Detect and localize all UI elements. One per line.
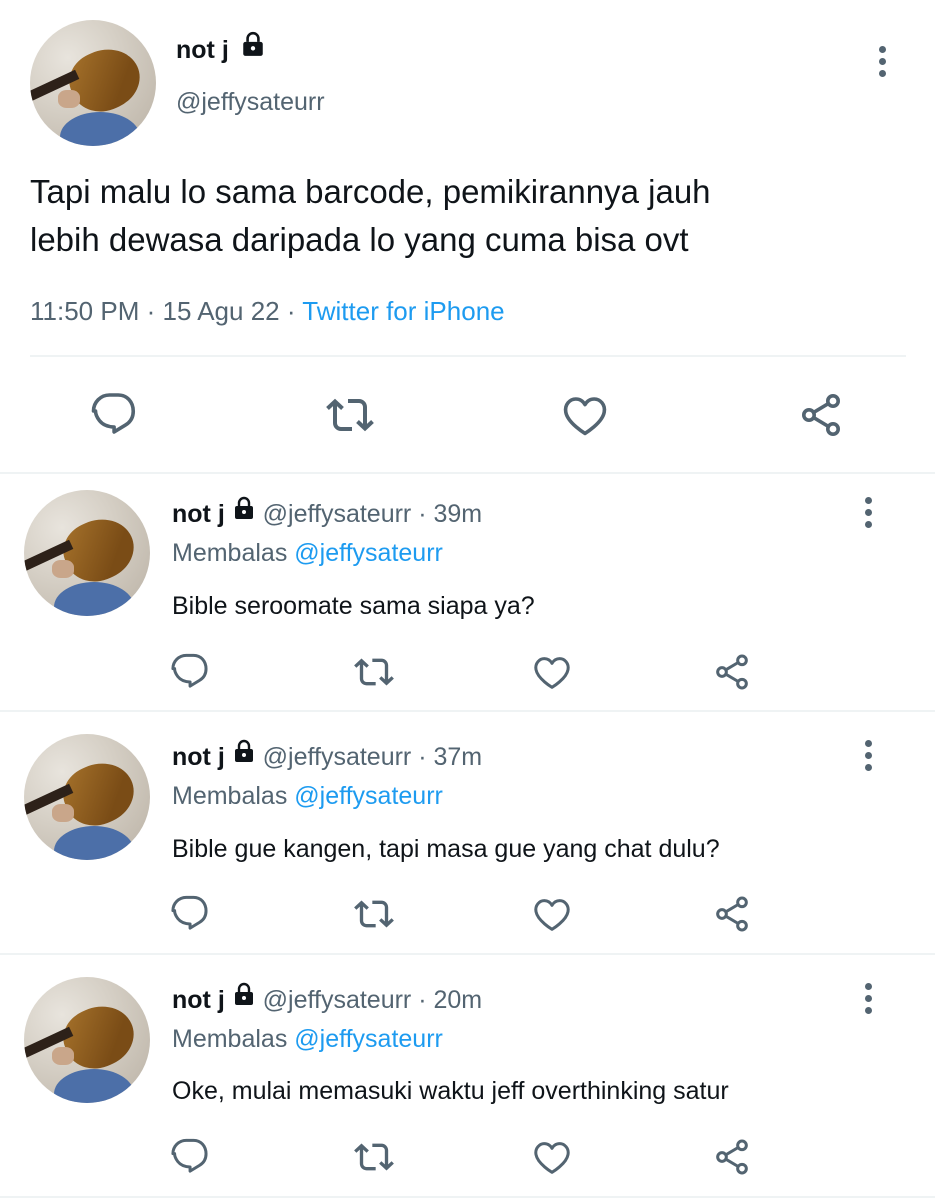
- author-handle[interactable]: @jeffysateurr: [263, 743, 412, 771]
- tweet-source[interactable]: Twitter for iPhone: [302, 296, 504, 326]
- tweet-text-line: lebih dewasa daripada lo yang cuma bisa …: [30, 221, 689, 258]
- divider: [0, 710, 935, 712]
- avatar[interactable]: [24, 977, 150, 1103]
- author-name[interactable]: not j: [172, 743, 225, 771]
- like-icon[interactable]: [561, 391, 609, 439]
- like-icon[interactable]: [532, 652, 572, 692]
- reply-header: not j @jeffysateurr · 39m: [172, 497, 482, 532]
- more-icon[interactable]: [865, 983, 872, 1019]
- replying-to-label: Membalas: [172, 782, 288, 810]
- reply-text: Bible gue kangen, tapi masa gue yang cha…: [172, 835, 720, 863]
- share-icon[interactable]: [712, 1137, 752, 1177]
- lock-icon: [232, 738, 256, 772]
- reply-icon[interactable]: [90, 391, 138, 439]
- avatar[interactable]: [24, 734, 150, 860]
- replying-to-handle[interactable]: @jeffysateurr: [294, 539, 443, 567]
- author-name-row[interactable]: not j: [176, 34, 266, 68]
- reply-icon[interactable]: [170, 652, 210, 692]
- avatar[interactable]: [24, 490, 150, 616]
- reply-text: Oke, mulai memasuki waktu jeff overthink…: [172, 1077, 729, 1105]
- divider: [0, 1196, 935, 1198]
- replying-to-label: Membalas: [172, 1025, 288, 1053]
- share-icon[interactable]: [797, 391, 845, 439]
- divider: [30, 355, 906, 357]
- meta-separator: ·: [146, 296, 156, 326]
- more-icon[interactable]: [879, 46, 886, 82]
- tweet-meta: 11:50 PM · 15 Agu 22 · Twitter for iPhon…: [30, 294, 505, 328]
- author-handle[interactable]: @jeffysateurr: [176, 86, 325, 118]
- tweet-text-line: Tapi malu lo sama barcode, pemikirannya …: [30, 173, 711, 210]
- reply-age: · 39m: [418, 500, 483, 528]
- reply-icon[interactable]: [170, 1137, 210, 1177]
- lock-icon: [240, 31, 266, 65]
- replying-to: Membalas @jeffysateurr: [172, 1022, 443, 1056]
- retweet-icon[interactable]: [354, 652, 394, 692]
- retweet-icon[interactable]: [326, 391, 374, 439]
- reply-age: · 37m: [418, 743, 483, 771]
- replying-to-label: Membalas: [172, 539, 288, 567]
- tweet-date[interactable]: 15 Agu 22: [163, 296, 280, 326]
- reply-header: not j @jeffysateurr · 37m: [172, 740, 482, 775]
- reply-header: not j @jeffysateurr · 20m: [172, 983, 482, 1018]
- replying-to-handle[interactable]: @jeffysateurr: [294, 1025, 443, 1053]
- author-handle[interactable]: @jeffysateurr: [263, 986, 412, 1014]
- like-icon[interactable]: [532, 1137, 572, 1177]
- lock-icon: [232, 981, 256, 1015]
- meta-separator: ·: [286, 296, 296, 326]
- more-icon[interactable]: [865, 740, 872, 776]
- reply-age: · 20m: [418, 986, 483, 1014]
- tweet-text: Tapi malu lo sama barcode, pemikirannya …: [30, 168, 711, 264]
- author-handle[interactable]: @jeffysateurr: [263, 500, 412, 528]
- reply-text: Bible seroomate sama siapa ya?: [172, 592, 535, 620]
- replying-to: Membalas @jeffysateurr: [172, 779, 443, 813]
- tweet-time[interactable]: 11:50 PM: [30, 296, 139, 326]
- replying-to: Membalas @jeffysateurr: [172, 536, 443, 570]
- like-icon[interactable]: [532, 894, 572, 934]
- share-icon[interactable]: [712, 894, 752, 934]
- replying-to-handle[interactable]: @jeffysateurr: [294, 782, 443, 810]
- author-name[interactable]: not j: [172, 986, 225, 1014]
- avatar[interactable]: [30, 20, 156, 146]
- divider: [0, 472, 935, 474]
- author-name[interactable]: not j: [172, 500, 225, 528]
- lock-icon: [232, 495, 256, 529]
- divider: [0, 953, 935, 955]
- retweet-icon[interactable]: [354, 1137, 394, 1177]
- reply-icon[interactable]: [170, 894, 210, 934]
- more-icon[interactable]: [865, 497, 872, 533]
- author-name[interactable]: not j: [176, 36, 229, 64]
- share-icon[interactable]: [712, 652, 752, 692]
- retweet-icon[interactable]: [354, 894, 394, 934]
